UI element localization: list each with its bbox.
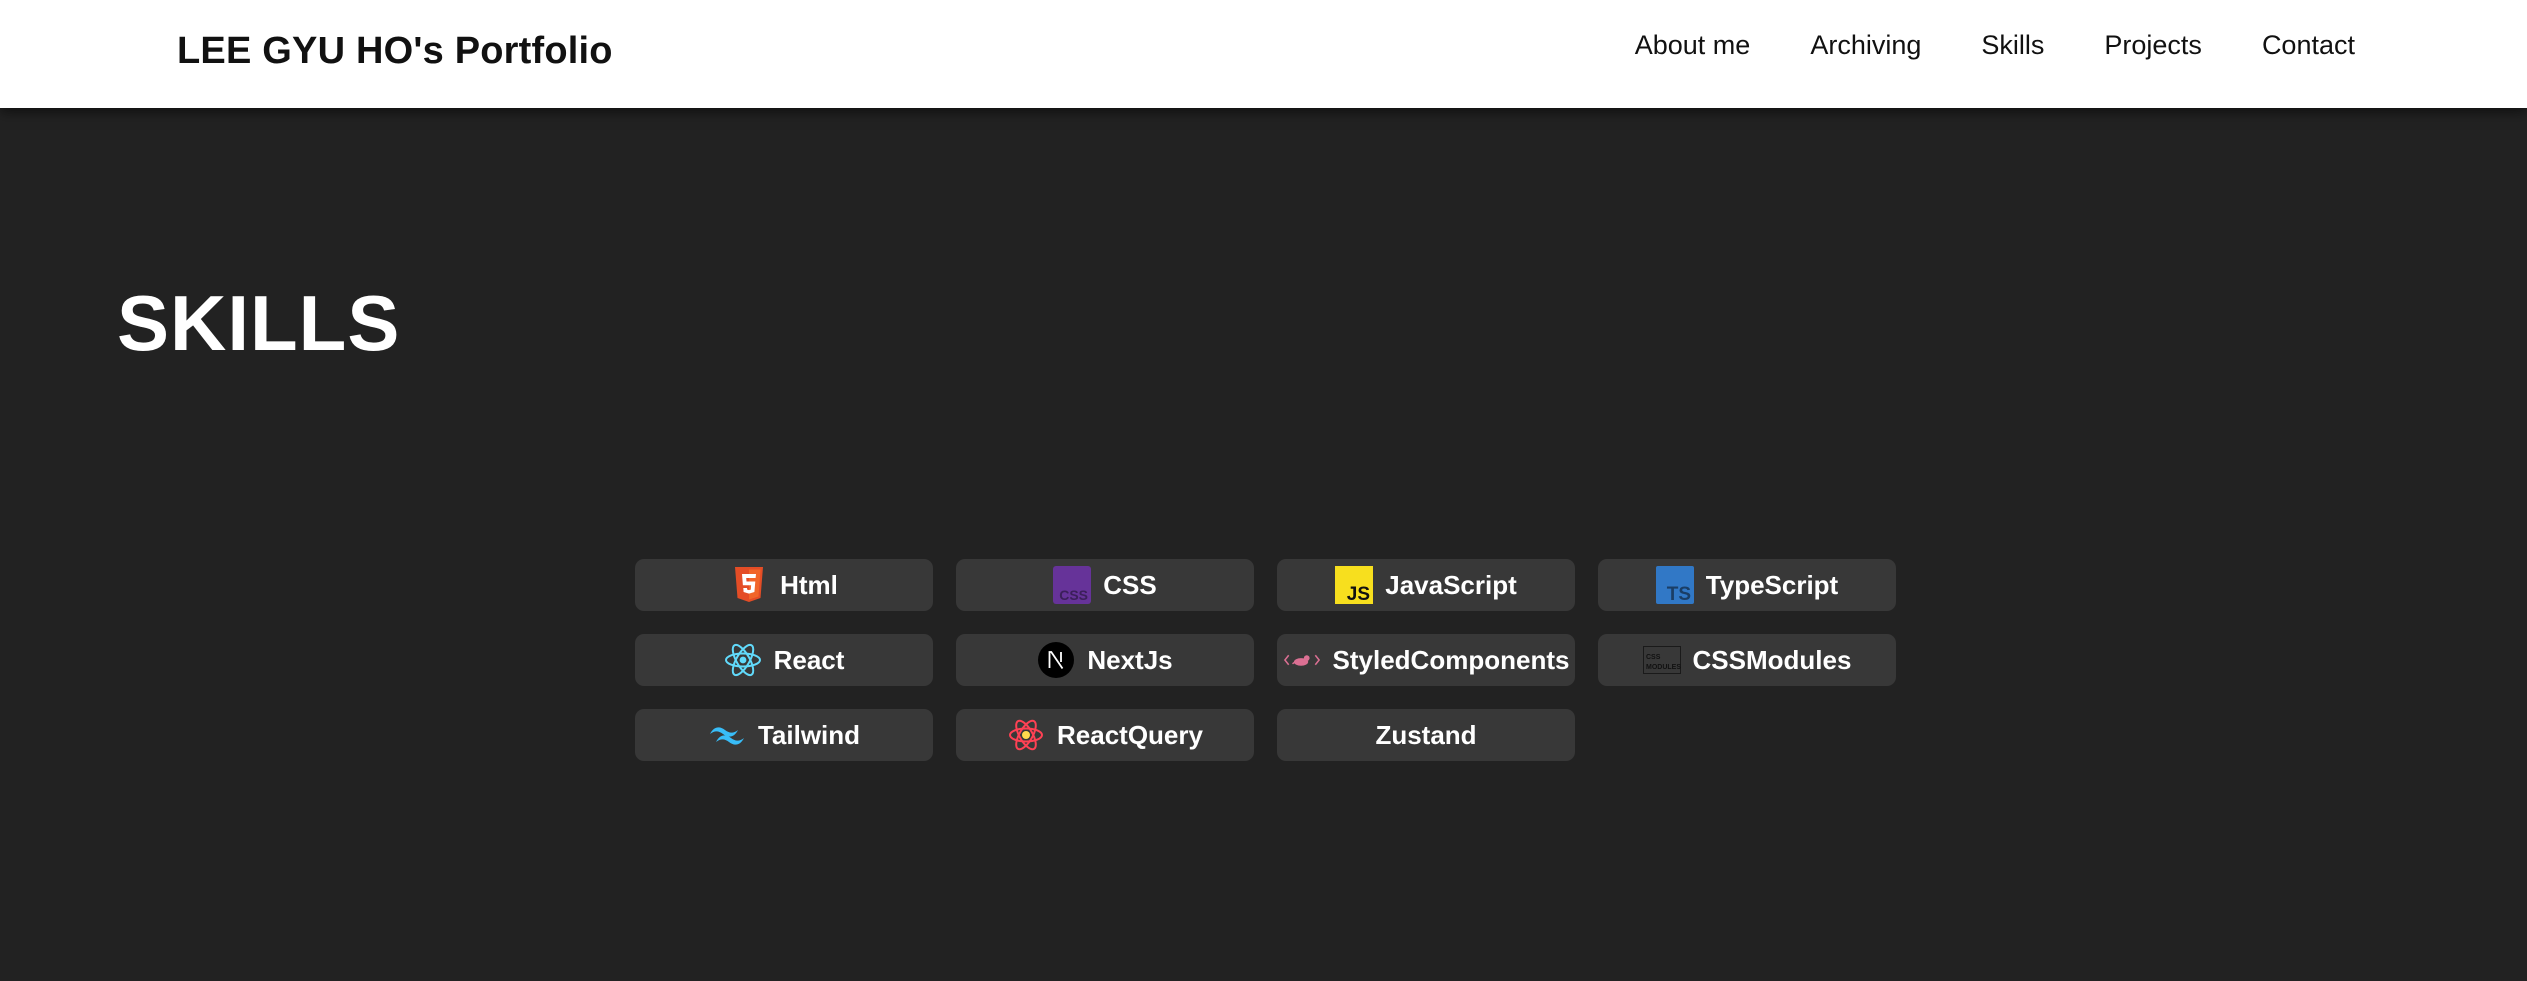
skill-label: JavaScript — [1385, 569, 1517, 600]
skill-javascript[interactable]: JS JavaScript — [1277, 559, 1575, 611]
nav-contact[interactable]: Contact — [2262, 30, 2355, 61]
svg-text:CSS: CSS — [1646, 654, 1661, 661]
svg-text:MODULES: MODULES — [1646, 664, 1681, 671]
skills-grid: Html CSS CSS JS JavaScript TS TypeScript… — [635, 559, 1896, 761]
react-query-icon — [1007, 716, 1045, 754]
skill-label: StyledComponents — [1332, 644, 1570, 675]
skill-label: CSS — [1103, 569, 1157, 600]
skill-tailwind[interactable]: Tailwind — [635, 709, 933, 761]
css-modules-icon: CSS MODULES — [1642, 641, 1681, 679]
styled-components-icon — [1283, 641, 1321, 679]
html5-icon — [730, 566, 768, 604]
skill-zustand[interactable]: Zustand — [1277, 709, 1575, 761]
skill-label: Tailwind — [757, 719, 861, 750]
site-header: LEE GYU HO's Portfolio About me Archivin… — [0, 0, 2527, 108]
section-title: SKILLS — [117, 279, 401, 367]
skill-css-modules[interactable]: CSS MODULES CSSModules — [1598, 634, 1896, 686]
skill-html[interactable]: Html — [635, 559, 933, 611]
nextjs-icon — [1037, 641, 1075, 679]
skill-label: CSSModules — [1692, 644, 1852, 675]
skill-styled-components[interactable]: StyledComponents — [1277, 634, 1575, 686]
skill-css[interactable]: CSS CSS — [956, 559, 1254, 611]
site-title[interactable]: LEE GYU HO's Portfolio — [177, 30, 613, 73]
skill-label: NextJs — [1087, 644, 1173, 675]
tailwind-icon — [708, 716, 746, 754]
skill-typescript[interactable]: TS TypeScript — [1598, 559, 1896, 611]
skill-react[interactable]: React — [635, 634, 933, 686]
skill-label: ReactQuery — [1057, 719, 1203, 750]
skill-react-query[interactable]: ReactQuery — [956, 709, 1254, 761]
svg-text:TS: TS — [1667, 584, 1691, 604]
nav-projects[interactable]: Projects — [2104, 30, 2202, 61]
main-nav: About me Archiving Skills Projects Conta… — [1635, 30, 2355, 61]
skill-nextjs[interactable]: NextJs — [956, 634, 1254, 686]
javascript-icon: JS — [1335, 566, 1374, 604]
skill-label: Html — [780, 569, 838, 600]
nav-archiving[interactable]: Archiving — [1810, 30, 1921, 61]
skill-label: React — [773, 644, 845, 675]
skills-section: SKILLS Html CSS CSS JS JavaScript TS Typ… — [0, 108, 2527, 981]
react-icon — [724, 641, 762, 679]
svg-text:JS: JS — [1347, 584, 1370, 604]
typescript-icon: TS — [1655, 566, 1694, 604]
nav-skills[interactable]: Skills — [1981, 30, 2044, 61]
skill-label: TypeScript — [1705, 569, 1839, 600]
skill-label: Zustand — [1375, 719, 1477, 750]
svg-text:CSS: CSS — [1059, 587, 1088, 603]
css-icon: CSS — [1053, 566, 1092, 604]
nav-about-me[interactable]: About me — [1635, 30, 1751, 61]
